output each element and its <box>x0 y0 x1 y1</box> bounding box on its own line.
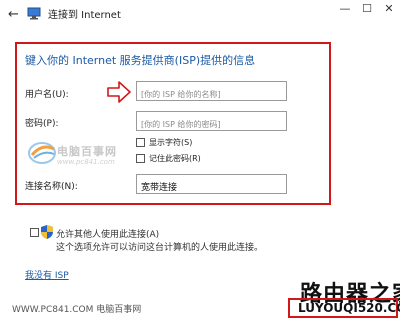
title-bar: ← 连接到 Internet — ☐ ✕ <box>0 0 400 28</box>
no-isp-link[interactable]: 我没有 ISP <box>25 268 69 281</box>
arrow-left-icon[interactable]: ← <box>8 7 19 22</box>
password-placeholder: [你的 ISP 给你的密码] <box>141 120 221 129</box>
remember-password-checkbox[interactable] <box>136 154 145 163</box>
minimize-button[interactable]: — <box>338 2 352 15</box>
show-chars-label: 显示字符(S) <box>149 138 193 147</box>
brand-domain: LUYOUQI520.COM <box>298 301 400 315</box>
watermark-url: www.pc841.com <box>57 158 115 166</box>
window-title: 连接到 Internet <box>48 10 121 21</box>
connection-name-label: 连接名称(N): <box>25 182 78 192</box>
arrow-right-icon <box>107 81 131 103</box>
network-icon <box>27 7 41 20</box>
username-input[interactable]: [你的 ISP 给你的名称] <box>136 81 287 101</box>
maximize-button[interactable]: ☐ <box>360 2 374 15</box>
allow-others-label: 允许其他人使用此连接(A) <box>56 230 160 240</box>
close-button[interactable]: ✕ <box>382 2 396 15</box>
connection-name-input[interactable]: 宽带连接 <box>136 174 287 194</box>
remember-password-label: 记住此密码(R) <box>149 154 201 163</box>
allow-others-description: 这个选项允许可以访问这台计算机的人使用此连接。 <box>56 243 264 253</box>
form-heading: 键入你的 Internet 服务提供商(ISP)提供的信息 <box>25 54 256 67</box>
username-placeholder: [你的 ISP 给你的名称] <box>141 90 221 99</box>
show-chars-checkbox[interactable] <box>136 138 145 147</box>
allow-others-checkbox[interactable] <box>30 228 39 237</box>
connection-name-value: 宽带连接 <box>141 183 178 193</box>
watermark-name: 电脑百事网 <box>57 145 117 158</box>
password-input[interactable]: [你的 ISP 给你的密码] <box>136 111 287 131</box>
footer-site: WWW.PC841.COM 电脑百事网 <box>12 305 142 315</box>
username-label: 用户名(U): <box>25 90 69 100</box>
password-label: 密码(P): <box>25 119 59 129</box>
shield-icon <box>41 225 53 239</box>
